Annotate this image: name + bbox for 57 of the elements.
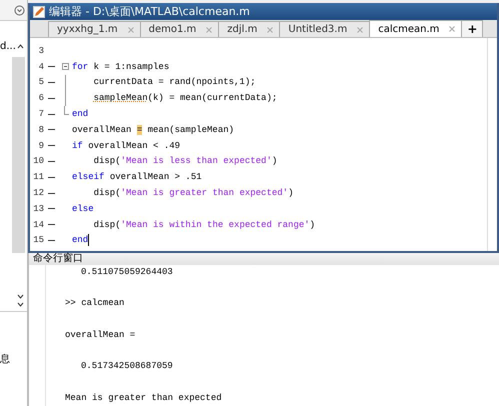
new-tab-button[interactable]: + xyxy=(461,20,484,37)
fold-toggle-icon[interactable] xyxy=(62,63,68,70)
line-number: 3 xyxy=(38,46,44,56)
dropdown-circle-icon[interactable] xyxy=(14,4,25,16)
line-number: 5 xyxy=(38,77,44,88)
panel-text: 息 xyxy=(0,352,11,366)
code-line: disp('Mean is less than expected') xyxy=(92,156,278,166)
code-line: end xyxy=(72,109,88,120)
line-number: 10 xyxy=(32,156,44,166)
console-output-line: Mean is greater than expected xyxy=(65,392,223,405)
file-tab[interactable]: Untitled3.m xyxy=(279,21,370,37)
executable-dash[interactable] xyxy=(48,176,55,178)
code-line: end xyxy=(72,234,90,246)
file-item-text[interactable]: d... xyxy=(0,40,16,52)
code-line: sampleMean(k) = mean(currentData); xyxy=(92,93,278,104)
code-line: disp('Mean is within the expected range') xyxy=(92,220,316,230)
line-number: 14 xyxy=(32,220,44,230)
console-output-line: 0.511075059264403 xyxy=(80,266,174,279)
line-number: 4 xyxy=(38,62,44,72)
file-tab[interactable]: zdjl.m xyxy=(218,21,280,37)
panel-title: 命令行窗口 xyxy=(33,254,83,264)
executable-dash[interactable] xyxy=(48,145,55,146)
executable-dash[interactable] xyxy=(48,98,55,99)
scrollbar-track[interactable] xyxy=(12,57,25,253)
code-line: overallMean = mean(sampleMean) xyxy=(72,124,234,135)
line-number: 13 xyxy=(32,204,44,214)
console-output-line: >> calcmean xyxy=(65,297,126,310)
window-title: 编辑器 - D:\桌面\MATLAB\calcmean.m xyxy=(49,4,250,19)
executable-dash[interactable] xyxy=(48,208,55,210)
chevron-up-icon[interactable] xyxy=(17,44,24,48)
code-line: else xyxy=(72,204,94,214)
editor-pencil-icon xyxy=(33,6,45,18)
line-number: 7 xyxy=(38,109,44,120)
executable-dash[interactable] xyxy=(48,192,55,194)
executable-dash[interactable] xyxy=(48,224,55,226)
code-line: for k = 1:nsamples xyxy=(72,62,170,72)
file-tab[interactable]: calcmean.m xyxy=(369,20,462,37)
code-line: disp('Mean is greater than expected') xyxy=(92,188,294,198)
line-number: 11 xyxy=(32,172,44,182)
file-tab[interactable]: demo1.m xyxy=(140,21,220,37)
code-line: currentData = rand(npoints,1); xyxy=(92,77,256,88)
line-number: 8 xyxy=(38,124,44,135)
executable-dash[interactable] xyxy=(48,114,55,115)
executable-dash[interactable] xyxy=(48,240,55,241)
console-output-line: 0.517342508687059 xyxy=(80,360,174,374)
executable-dash[interactable] xyxy=(48,82,55,83)
executable-dash[interactable] xyxy=(48,66,55,68)
code-line: elseif overallMean > .51 xyxy=(72,172,202,182)
executable-dash[interactable] xyxy=(48,160,55,162)
line-number: 6 xyxy=(38,93,44,104)
file-tab[interactable]: yyxxhg_1.m xyxy=(48,21,141,37)
console-output-line: overallMean = xyxy=(65,328,136,342)
line-number: 9 xyxy=(38,140,44,151)
line-number: 12 xyxy=(32,188,44,198)
line-number: 15 xyxy=(32,235,44,246)
code-line: if overallMean < .49 xyxy=(72,140,180,151)
executable-dash[interactable] xyxy=(48,129,55,130)
